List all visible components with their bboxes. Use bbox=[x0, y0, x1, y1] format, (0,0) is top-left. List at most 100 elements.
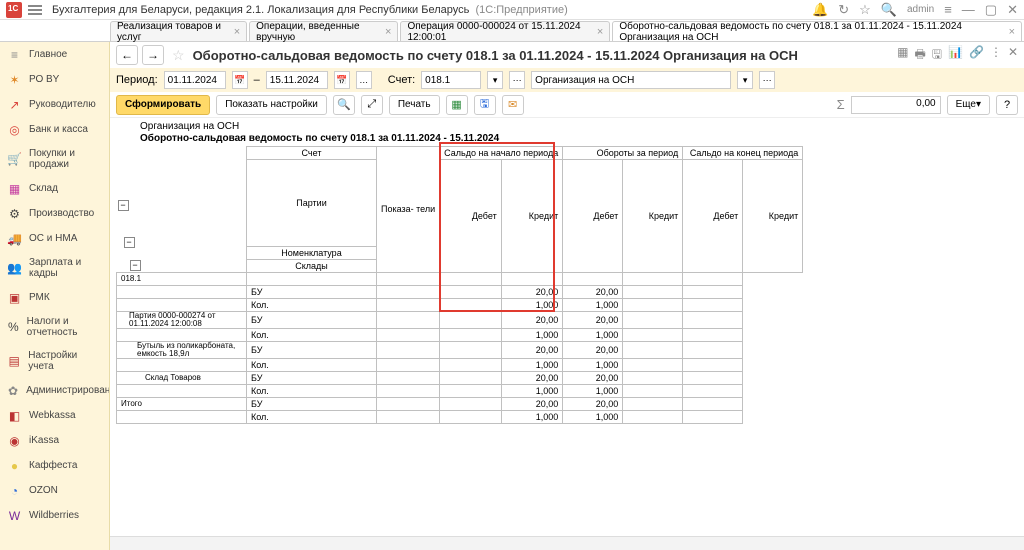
table-row: Партия 0000-000274 от 01.11.2024 12:00:0… bbox=[117, 311, 803, 328]
app-logo bbox=[6, 2, 22, 18]
nav-forward-button[interactable]: → bbox=[142, 45, 164, 65]
sidebar-item-label: РМК bbox=[29, 292, 50, 303]
account-pick-icon[interactable]: ⋯ bbox=[509, 71, 525, 89]
nav-icon: ◎ bbox=[8, 123, 21, 136]
sidebar-item[interactable]: ⚙Производство bbox=[0, 201, 109, 226]
sidebar-item[interactable]: ▦Склад bbox=[0, 176, 109, 201]
sidebar-item[interactable]: 🚚 ОС и НМА bbox=[0, 226, 109, 251]
sidebar-item-label: Каффеста bbox=[29, 460, 77, 471]
nav-icon: ▣ bbox=[8, 291, 21, 304]
bell-icon[interactable]: 🔔 bbox=[812, 2, 828, 18]
nav-icon: ● bbox=[8, 459, 21, 472]
settings-icon[interactable]: ≡ bbox=[944, 2, 952, 17]
tab[interactable]: Операция 0000-000024 от 15.11.2024 12:00… bbox=[400, 21, 610, 41]
save-icon[interactable]: 🖫 bbox=[932, 45, 942, 66]
sidebar-item[interactable]: ◉iKassa bbox=[0, 428, 109, 453]
report-title: Оборотно-сальдовая ведомость по счету 01… bbox=[116, 132, 1018, 146]
sidebar-item[interactable]: ≡Главное bbox=[0, 42, 109, 67]
sidebar-item-label: РО BY bbox=[29, 74, 59, 85]
mail-icon[interactable]: ✉ bbox=[502, 95, 524, 115]
sidebar-item[interactable]: ▣ РМК bbox=[0, 285, 109, 310]
maximize-icon[interactable]: ▢ bbox=[985, 2, 997, 18]
link-icon[interactable]: 🔗 bbox=[969, 45, 984, 66]
sidebar-item[interactable]: % Налоги и отчетность bbox=[0, 310, 109, 344]
tree-toggle[interactable]: − bbox=[130, 260, 141, 271]
sidebar-item[interactable]: ✶ РО BY bbox=[0, 67, 109, 92]
sidebar-item[interactable]: ◎Банк и касса bbox=[0, 117, 109, 142]
sidebar-item[interactable]: 👥 Зарплата и кадры bbox=[0, 251, 109, 285]
tool-1-icon[interactable]: ▦ bbox=[897, 45, 908, 66]
tree-toggle[interactable]: − bbox=[118, 200, 129, 211]
nav-back-button[interactable]: ← bbox=[116, 45, 138, 65]
sidebar-item-label: Зарплата и кадры bbox=[29, 257, 101, 279]
sidebar-item[interactable]: ▤ Настройки учета bbox=[0, 344, 109, 378]
period-to-input[interactable] bbox=[266, 71, 328, 89]
nav-icon: ▦ bbox=[8, 182, 21, 195]
save-disk-icon[interactable]: 🖫 bbox=[474, 95, 496, 115]
sidebar-item-label: Руководителю bbox=[29, 99, 96, 110]
star-icon[interactable]: ☆ bbox=[859, 2, 871, 18]
help-icon[interactable]: ? bbox=[996, 95, 1018, 115]
tree-toggle[interactable]: − bbox=[124, 237, 135, 248]
account-dd-icon[interactable]: ▾ bbox=[487, 71, 503, 89]
more-button[interactable]: Еще ▾ bbox=[947, 95, 990, 115]
sidebar-item[interactable]: WWildberries bbox=[0, 503, 109, 528]
nav-icon: ✿ bbox=[8, 384, 18, 397]
period-pick-icon[interactable]: … bbox=[356, 71, 372, 89]
generate-button[interactable]: Сформировать bbox=[116, 95, 210, 115]
tab-close-icon[interactable]: × bbox=[597, 26, 603, 38]
minimize-icon[interactable]: — bbox=[962, 2, 975, 17]
zoom-in-icon[interactable]: 🔍 bbox=[333, 95, 355, 115]
nav-icon: 🚚 bbox=[8, 232, 21, 245]
table-row: БУ20,0020,00 bbox=[117, 285, 803, 298]
tab-close-icon[interactable]: × bbox=[385, 26, 391, 38]
nav-icon: ◧ bbox=[8, 409, 21, 422]
report-table: − − − Счет Показа- тели Сальдо на начало… bbox=[116, 146, 803, 424]
print-button[interactable]: Печать bbox=[389, 95, 440, 115]
sidebar-item-label: Настройки учета bbox=[28, 350, 101, 372]
org-pick-icon[interactable]: ⋯ bbox=[759, 71, 775, 89]
sidebar-item[interactable]: ◔OZON bbox=[0, 478, 109, 503]
close-page-icon[interactable]: ✕ bbox=[1008, 45, 1018, 66]
favorite-star-icon[interactable]: ☆ bbox=[172, 47, 185, 64]
org-dd-icon[interactable]: ▾ bbox=[737, 71, 753, 89]
tab[interactable]: Операции, введенные вручную× bbox=[249, 21, 398, 41]
sidebar-item[interactable]: ✿Администрирование bbox=[0, 378, 109, 403]
tab[interactable]: Реализация товаров и услуг× bbox=[110, 21, 247, 41]
table-row: Бутыль из поликарбоната, емкость 18,9лБУ… bbox=[117, 341, 803, 358]
chart-icon[interactable]: 📊 bbox=[948, 45, 963, 66]
nav-icon: ◔ bbox=[8, 484, 21, 497]
nav-icon: % bbox=[8, 321, 19, 334]
search-icon[interactable]: 🔍 bbox=[881, 2, 897, 18]
print-icon[interactable]: 🖶 bbox=[914, 45, 925, 66]
period-from-input[interactable] bbox=[164, 71, 226, 89]
sidebar-item-label: Налоги и отчетность bbox=[27, 316, 101, 338]
sidebar-item[interactable]: ↗Руководителю bbox=[0, 92, 109, 117]
sidebar-item-label: ОС и НМА bbox=[29, 233, 77, 244]
menu-burger-icon[interactable] bbox=[28, 3, 42, 17]
tab-close-icon[interactable]: × bbox=[1009, 26, 1015, 38]
org-input[interactable] bbox=[531, 71, 731, 89]
close-icon[interactable]: ✕ bbox=[1007, 2, 1018, 18]
calendar-from-icon[interactable]: 📅 bbox=[232, 71, 248, 89]
sidebar-item-label: iKassa bbox=[29, 435, 59, 446]
history-icon[interactable]: ↻ bbox=[838, 2, 849, 18]
tab[interactable]: Оборотно-сальдовая ведомость по счету 01… bbox=[612, 21, 1022, 41]
sidebar-item[interactable]: 🛒Покупки и продажи bbox=[0, 142, 109, 176]
more-vert-icon[interactable]: ⋮ bbox=[990, 45, 1002, 66]
nav-icon: ▤ bbox=[8, 355, 20, 368]
account-input[interactable] bbox=[421, 71, 481, 89]
excel-icon[interactable]: ▦ bbox=[446, 95, 468, 115]
tab-close-icon[interactable]: × bbox=[234, 26, 240, 38]
sidebar-item[interactable]: ◧Webkassa bbox=[0, 403, 109, 428]
nav-icon: 🛒 bbox=[8, 153, 21, 166]
horizontal-scrollbar[interactable] bbox=[110, 536, 1024, 550]
zoom-fit-icon[interactable]: ⤢ bbox=[361, 95, 383, 115]
calendar-to-icon[interactable]: 📅 bbox=[334, 71, 350, 89]
sidebar-item[interactable]: ● Каффеста bbox=[0, 453, 109, 478]
show-settings-button[interactable]: Показать настройки bbox=[216, 95, 327, 115]
user-label[interactable]: admin bbox=[907, 4, 934, 15]
table-row: Кол.1,0001,000 bbox=[117, 410, 803, 423]
nav-icon: ✶ bbox=[8, 73, 21, 86]
nav-icon: 👥 bbox=[8, 262, 21, 275]
